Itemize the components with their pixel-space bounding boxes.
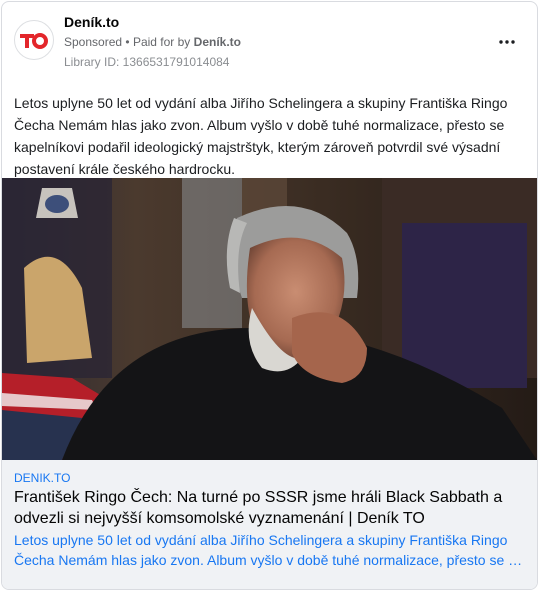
link-description: Letos uplyne 50 let od vydání alba Jiříh… (14, 530, 524, 570)
link-headline[interactable]: František Ringo Čech: Na turné po SSSR j… (14, 487, 519, 529)
denik-to-logo-icon (20, 33, 48, 49)
ad-image[interactable] (2, 178, 537, 460)
ad-body-text: Letos uplyne 50 let od vydání alba Jiříh… (14, 95, 508, 177)
sponsored-line: Sponsored • Paid for by Deník.to (64, 35, 241, 49)
paid-for-by-page[interactable]: Deník.to (194, 35, 241, 49)
portrait-photo (2, 178, 537, 460)
page-name[interactable]: Deník.to (64, 14, 119, 30)
link-preview[interactable]: DENIK.TO František Ringo Čech: Na turné … (2, 460, 537, 589)
meta-separator: • (125, 35, 130, 49)
link-description-line2: Čecha Nemám hlas jako zvon. Album vyšlo … (14, 552, 524, 568)
library-id: Library ID: 1366531791014084 (64, 55, 230, 69)
ad-card: Deník.to Sponsored • Paid for by Deník.t… (1, 1, 538, 590)
more-horizontal-icon (499, 40, 515, 44)
sponsored-label: Sponsored (64, 35, 123, 49)
page-avatar[interactable] (14, 20, 54, 60)
paid-for-by-label: Paid for by (132, 35, 191, 49)
ad-header: Deník.to Sponsored • Paid for by Deník.t… (2, 2, 537, 82)
link-domain: DENIK.TO (14, 471, 71, 485)
more-options-button[interactable] (493, 32, 521, 52)
link-description-line1: Letos uplyne 50 let od vydání alba Jiříh… (14, 532, 508, 548)
